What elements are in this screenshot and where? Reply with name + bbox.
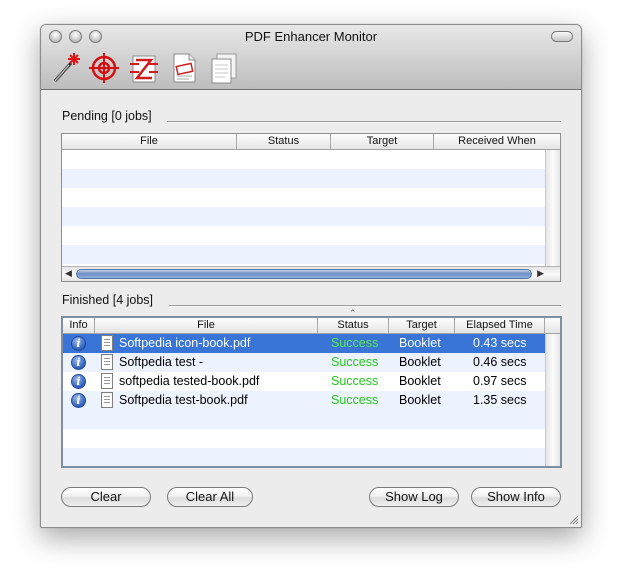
finished-col-file[interactable]: File (95, 318, 318, 333)
finished-col-status[interactable]: Status (318, 318, 389, 333)
finished-table-header: Info File Status Target Elapsed Time (63, 318, 560, 334)
toolbar-toggle-button[interactable] (551, 31, 573, 42)
pending-scroll-thumb[interactable] (76, 269, 532, 279)
row-target: Booklet (399, 336, 441, 350)
title-bar: PDF Enhancer Monitor (41, 25, 581, 90)
pending-horizontal-scrollbar[interactable]: ◀ ▶ (62, 266, 560, 281)
pending-empty-row (62, 150, 546, 169)
pending-col-file[interactable]: File (62, 134, 237, 149)
pdf-file-icon (101, 392, 113, 408)
pending-empty-row (62, 245, 546, 264)
copies-icon[interactable] (207, 51, 241, 85)
pending-col-target[interactable]: Target (331, 134, 434, 149)
row-status: Success (331, 374, 379, 388)
pending-vertical-scrollbar[interactable] (545, 150, 560, 266)
row-status: Success (331, 336, 379, 350)
pdf-file-icon (101, 354, 113, 370)
document-transform-icon[interactable] (127, 51, 161, 85)
pending-table[interactable]: File Status Target Received When ◀ ▶ (61, 133, 561, 282)
show-log-button[interactable]: Show Log (369, 487, 459, 507)
finished-table[interactable]: Info File Status Target Elapsed Time i So… (61, 316, 562, 468)
finished-empty-row (63, 429, 545, 448)
pending-empty-row (62, 188, 546, 207)
row-elapsed: 0.97 secs (473, 374, 527, 388)
clear-all-button[interactable]: Clear All (167, 487, 253, 507)
row-file-name: Softpedia test-book.pdf (119, 393, 248, 407)
pending-label: Pending [0 jobs] (62, 109, 152, 123)
clear-button[interactable]: Clear (61, 487, 151, 507)
pending-table-header: File Status Target Received When (62, 134, 560, 150)
table-row[interactable]: i softpedia tested-book.pdf Success Booklet… (63, 372, 545, 391)
pending-col-received[interactable]: Received When (434, 134, 560, 149)
row-elapsed: 0.43 secs (473, 336, 527, 350)
finished-col-elapsed[interactable]: Elapsed Time (455, 318, 545, 333)
app-window: PDF Enhancer Monitor Pending [0 jobs] Fi… (40, 24, 582, 528)
table-row[interactable]: i Softpedia icon-book.pdf Success Booklet 0.… (63, 334, 545, 353)
row-status: Success (331, 355, 379, 369)
info-icon[interactable]: i (71, 355, 86, 370)
finished-col-info[interactable]: Info (63, 318, 95, 333)
pending-empty-row (62, 226, 546, 245)
resize-grip-icon[interactable] (568, 514, 578, 524)
table-row[interactable]: i Softpedia test-book.pdf Success Booklet 1.… (63, 391, 545, 410)
scroll-right-arrow-icon[interactable]: ▶ (537, 268, 544, 279)
target-icon[interactable] (87, 51, 121, 85)
info-icon[interactable]: i (71, 336, 86, 351)
window-title: PDF Enhancer Monitor (244, 29, 378, 44)
row-target: Booklet (399, 374, 441, 388)
row-file-name: Softpedia icon-book.pdf (119, 336, 251, 350)
row-file-name: softpedia tested-book.pdf (119, 374, 260, 388)
row-elapsed: 0.46 secs (473, 355, 527, 369)
stamp-document-icon[interactable] (167, 51, 201, 85)
finished-vertical-scrollbar[interactable] (545, 334, 560, 466)
table-row[interactable]: i Softpedia test - Success Booklet 0.46 secs (63, 353, 545, 372)
row-file-name: Softpedia test - (119, 355, 204, 369)
row-target: Booklet (399, 393, 441, 407)
wand-icon[interactable] (49, 51, 83, 85)
finished-col-target[interactable]: Target (389, 318, 455, 333)
scroll-left-arrow-icon[interactable]: ◀ (65, 268, 72, 279)
finished-label: Finished [4 jobs] (62, 293, 154, 307)
row-target: Booklet (399, 355, 441, 369)
finished-divider (169, 305, 561, 307)
info-icon[interactable]: i (71, 393, 86, 408)
show-info-button[interactable]: Show Info (471, 487, 561, 507)
pending-divider (167, 121, 561, 123)
finished-empty-row (63, 410, 545, 429)
pending-empty-row (62, 169, 546, 188)
info-icon[interactable]: i (71, 374, 86, 389)
row-status: Success (331, 393, 379, 407)
pending-empty-row (62, 207, 546, 226)
pending-col-status[interactable]: Status (237, 134, 331, 149)
pdf-file-icon (101, 373, 113, 389)
pdf-file-icon (101, 335, 113, 351)
finished-empty-row (63, 448, 545, 466)
row-elapsed: 1.35 secs (473, 393, 527, 407)
